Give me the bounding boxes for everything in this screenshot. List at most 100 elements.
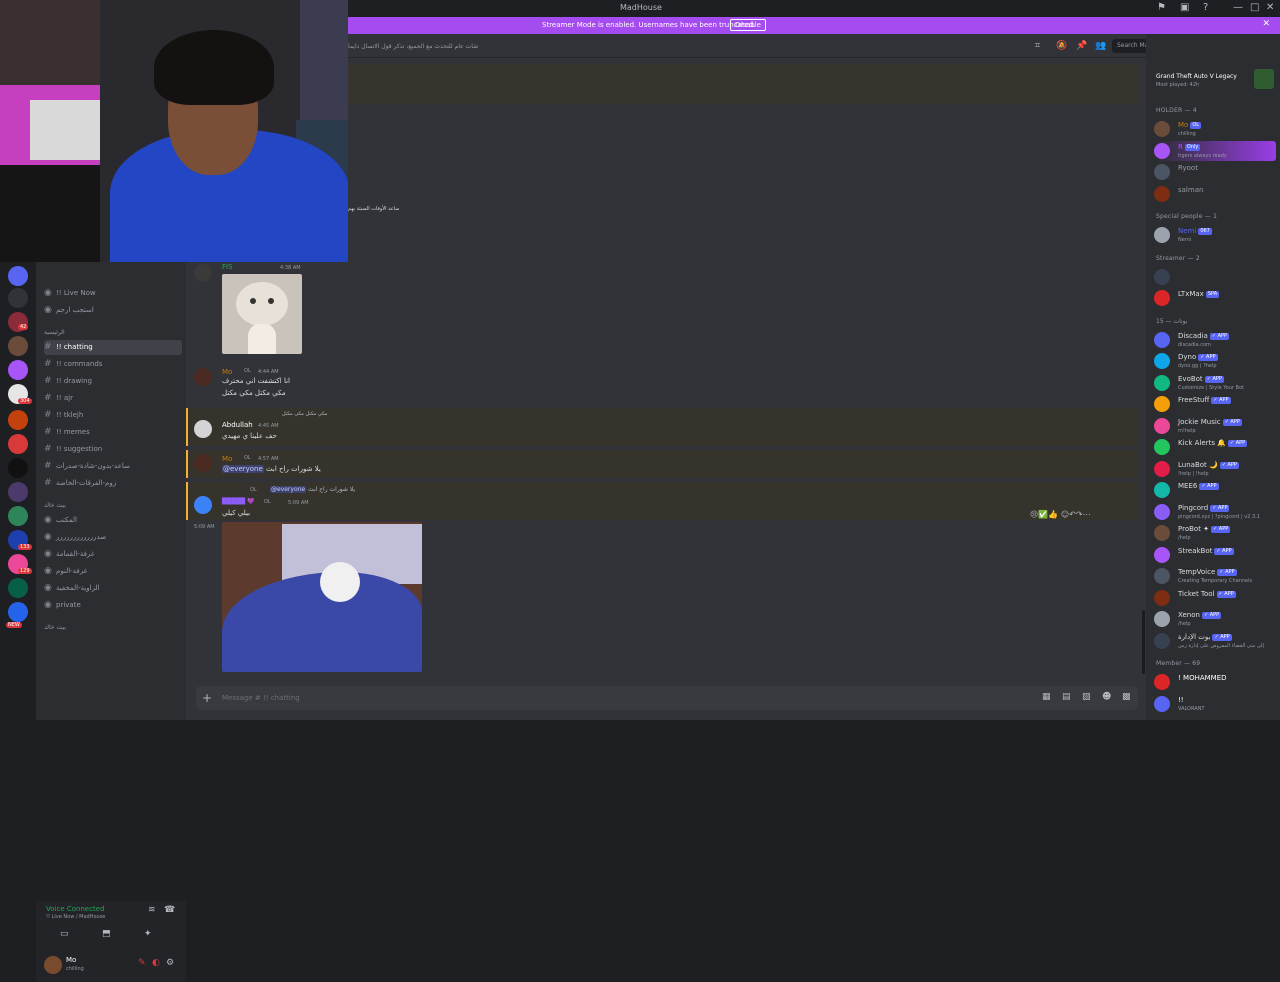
member-item[interactable]: Pingcord ✓ APP pingcord.xyz | ?pingcord | … [1154, 502, 1276, 522]
avatar[interactable] [44, 956, 62, 974]
reply-icon[interactable]: ↶ [1069, 510, 1076, 519]
avatar[interactable] [194, 420, 212, 438]
server-icon[interactable] [8, 288, 28, 308]
deafen-icon[interactable]: ◐ [152, 958, 160, 968]
member-item[interactable]: Ticket Tool ✓ APP [1154, 588, 1276, 608]
forward-icon[interactable]: ↷ [1076, 510, 1083, 519]
channel-arabic-2[interactable]: # زوم-الفرقات-الخاصة [44, 476, 182, 491]
server-icon[interactable] [8, 506, 28, 526]
video-image[interactable] [222, 522, 422, 672]
everyone-mention[interactable]: @everyone [270, 486, 307, 493]
close-button[interactable]: ✕ [1266, 2, 1274, 13]
category-header[interactable]: الرئيسية [44, 329, 65, 336]
noise-icon[interactable]: ≋ [148, 905, 156, 915]
member-item[interactable]: Ryoot [1154, 162, 1276, 182]
check-reaction-icon[interactable]: ✅ [1038, 510, 1048, 519]
cat-image[interactable] [222, 274, 302, 354]
close-banner-icon[interactable]: ✕ [1262, 19, 1270, 29]
member-item[interactable]: ! MOHAMMED [1154, 672, 1276, 692]
voice-channel[interactable]: ◉ غرفة-القمامة [44, 547, 182, 562]
minimize-button[interactable]: — [1233, 2, 1243, 13]
username[interactable]: Mo [222, 455, 232, 463]
sticker-icon[interactable]: ▧ [1082, 692, 1091, 702]
member-item[interactable]: MEE6 ✓ APP [1154, 480, 1276, 500]
member-item[interactable]: salman [1154, 184, 1276, 204]
server-icon[interactable] [8, 602, 28, 622]
member-item[interactable]: Discadia ✓ APP discadia.com [1154, 330, 1276, 350]
member-item[interactable]: ProBot ✦ ✓ APP/help [1154, 523, 1276, 543]
screen-share-icon[interactable]: ⬒ [102, 929, 111, 939]
pin-icon[interactable]: 📌 [1076, 41, 1087, 51]
activities-icon[interactable]: ✦ [144, 929, 152, 939]
server-icon[interactable] [8, 266, 28, 286]
inbox-icon[interactable]: ⚑ [1157, 2, 1166, 13]
emoji-icon[interactable]: ☻ [1102, 692, 1111, 702]
member-item[interactable]: Mo OL chilling [1154, 119, 1276, 139]
members-icon[interactable]: 👥 [1095, 41, 1106, 51]
channel-drawing[interactable]: # !! drawing [44, 374, 182, 389]
voice-channel[interactable]: ◉ استجب ارجم [44, 303, 182, 318]
server-icon[interactable] [8, 458, 28, 478]
member-item[interactable]: !! VALORANT [1154, 694, 1276, 714]
voice-channel[interactable]: ◉ صدرررررررررررر [44, 530, 182, 545]
member-item[interactable]: EvoBot ✓ APP Customize | Style Your Bot [1154, 373, 1276, 393]
disconnect-icon[interactable]: ☎ [164, 905, 175, 915]
voice-channel[interactable]: ◉ المكتب [44, 513, 182, 528]
channel-commands[interactable]: # !! commands [44, 357, 182, 372]
category-header[interactable]: بيت خالد [44, 624, 66, 631]
threads-icon[interactable]: ⌗ [1035, 41, 1040, 51]
voice-channel[interactable]: ◉ غرفة-النوم [44, 564, 182, 579]
avatar[interactable] [194, 368, 212, 386]
member-item[interactable]: Jockie Music ✓ APP m!help [1154, 416, 1276, 436]
thumbs-up-icon[interactable]: 👍 [1048, 510, 1058, 519]
member-item[interactable]: بوت الإدارة ✓ APP إلى متى القضاء المفروض ع… [1154, 631, 1276, 651]
add-attachment-icon[interactable]: + [202, 691, 212, 705]
avatar[interactable] [194, 454, 212, 472]
avatar[interactable] [194, 496, 212, 514]
username[interactable]: FIS [222, 263, 233, 271]
maximize-button[interactable]: □ [1250, 2, 1259, 13]
category-header[interactable]: بيت خالد [44, 502, 66, 509]
help-icon[interactable]: ? [1203, 2, 1208, 13]
channel-tklejh[interactable]: # !! tklejh [44, 408, 182, 423]
reply-preview[interactable]: مكي مكتل مكي مكتل [282, 411, 327, 417]
username[interactable]: Abdullah [222, 421, 253, 429]
member-item[interactable]: LunaBot 🌙 ✓ APP !help | !help [1154, 459, 1276, 479]
video-icon[interactable]: ▭ [60, 929, 69, 939]
channel-memes[interactable]: # !! memes [44, 425, 182, 440]
member-item[interactable]: Dyno ✓ APP dyno.gg | ?help [1154, 351, 1276, 371]
disable-button[interactable]: Disable [730, 19, 766, 31]
username[interactable]: █████ 💜 [222, 498, 254, 505]
settings-icon[interactable]: ⚙ [166, 958, 174, 968]
notification-icon[interactable]: 🔕 [1056, 41, 1067, 51]
screen-icon[interactable]: ▣ [1180, 2, 1189, 13]
add-reaction-icon[interactable]: ☺ [1061, 510, 1069, 519]
channel-ajr[interactable]: # !! ajr [44, 391, 182, 406]
channel-arabic-1[interactable]: # ساعد-بدون-شادة-صدرات [44, 459, 182, 474]
server-icon[interactable] [8, 336, 28, 356]
server-icon[interactable] [8, 434, 28, 454]
gif-icon[interactable]: ▤ [1062, 692, 1071, 702]
member-item[interactable]: R Only tigers always ready [1154, 140, 1276, 161]
voice-channel-private[interactable]: ◉ private [44, 598, 182, 613]
member-item[interactable]: FreeStuff ✓ APP [1154, 394, 1276, 414]
apps-icon[interactable]: ▩ [1122, 692, 1131, 702]
member-item[interactable]: LTxMax SPA [1154, 288, 1276, 308]
scrollbar[interactable] [1142, 610, 1145, 674]
avatar[interactable] [194, 264, 212, 282]
message-composer[interactable]: + Message # !! chatting ▦ ▤ ▧ ☻ ▩ [196, 686, 1138, 710]
everyone-mention[interactable]: @everyone [222, 465, 264, 473]
voice-channel[interactable]: ◉ الزاوية-المخفية [44, 581, 182, 596]
member-item[interactable]: TempVoice ✓ APP Creating Temporary Channel… [1154, 566, 1276, 586]
server-icon[interactable] [8, 410, 28, 430]
channel-suggestion[interactable]: # !! suggestion [44, 442, 182, 457]
message-input[interactable]: Message # !! chatting [222, 694, 300, 702]
gift-icon[interactable]: ▦ [1042, 692, 1051, 702]
activity-card[interactable]: Grand Theft Auto V Legacy Most played: 4… [1150, 67, 1276, 97]
server-icon[interactable] [8, 360, 28, 380]
member-item[interactable]: Kick Alerts 🔔 ✓ APP [1154, 437, 1276, 457]
mute-icon[interactable]: ✎ [138, 958, 146, 968]
username[interactable]: Mo [222, 368, 232, 376]
member-item[interactable]: StreakBot ✓ APP [1154, 545, 1276, 565]
server-icon[interactable] [8, 482, 28, 502]
